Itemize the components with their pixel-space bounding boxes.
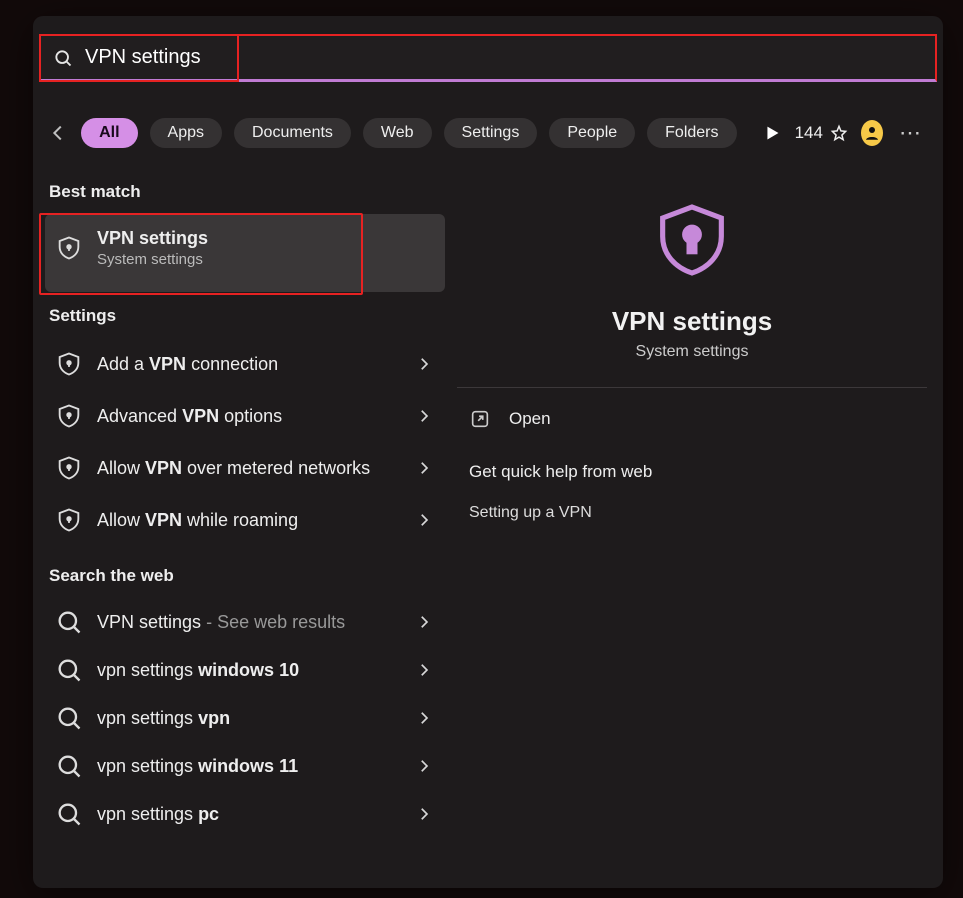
result-label: vpn settings vpn: [97, 708, 401, 729]
result-allow-vpn-roaming[interactable]: Allow VPN while roaming: [45, 494, 445, 546]
shield-lock-icon: [55, 350, 83, 378]
tab-web[interactable]: Web: [363, 118, 432, 148]
start-search-panel: All Apps Documents Web Settings People F…: [33, 16, 943, 888]
preview-subtitle: System settings: [636, 343, 749, 361]
preview-title: VPN settings: [612, 306, 772, 337]
open-icon: [469, 408, 491, 430]
chevron-right-icon: [415, 355, 433, 373]
result-web-vpn[interactable]: vpn settings vpn: [45, 694, 445, 742]
result-web-windows11[interactable]: vpn settings windows 11: [45, 742, 445, 790]
result-label: Allow VPN while roaming: [97, 510, 401, 531]
preview-pane: VPN settings System settings Open Get qu…: [457, 174, 927, 532]
chevron-right-icon: [415, 613, 433, 631]
chevron-right-icon: [415, 757, 433, 775]
shield-lock-icon: [648, 196, 736, 284]
separator: [457, 387, 927, 388]
result-label: Allow VPN over metered networks: [97, 458, 401, 479]
rewards-points[interactable]: 144: [795, 123, 849, 143]
search-icon: [55, 704, 83, 732]
result-label: vpn settings windows 11: [97, 756, 401, 777]
section-best-match: Best match: [45, 174, 445, 214]
tab-folders[interactable]: Folders: [647, 118, 736, 148]
action-open[interactable]: Open: [457, 392, 927, 446]
action-label: Open: [509, 409, 551, 429]
user-avatar[interactable]: [861, 120, 883, 146]
result-web-windows10[interactable]: vpn settings windows 10: [45, 646, 445, 694]
chevron-right-icon: [415, 805, 433, 823]
tab-people[interactable]: People: [549, 118, 635, 148]
result-advanced-vpn-options[interactable]: Advanced VPN options: [45, 390, 445, 442]
result-label: vpn settings windows 10: [97, 660, 401, 681]
section-search-web: Search the web: [45, 558, 445, 598]
back-button[interactable]: [47, 120, 69, 146]
filter-tabs: All Apps Documents Web Settings People F…: [47, 118, 927, 148]
result-allow-vpn-metered[interactable]: Allow VPN over metered networks: [45, 442, 445, 494]
tab-all[interactable]: All: [81, 118, 137, 148]
tab-settings[interactable]: Settings: [444, 118, 538, 148]
search-icon: [55, 656, 83, 684]
play-icon[interactable]: [761, 120, 783, 146]
search-icon: [55, 752, 83, 780]
chevron-right-icon: [415, 661, 433, 679]
search-icon: [55, 800, 83, 828]
search-icon: [53, 48, 73, 68]
annotation-box: [39, 213, 363, 295]
result-add-vpn-connection[interactable]: Add a VPN connection: [45, 338, 445, 390]
shield-lock-icon: [55, 454, 83, 482]
tab-apps[interactable]: Apps: [150, 118, 222, 148]
section-settings: Settings: [45, 298, 445, 338]
search-icon: [55, 608, 83, 636]
chevron-right-icon: [415, 709, 433, 727]
more-button[interactable]: ⋯: [895, 120, 927, 146]
help-link-setting-up-vpn[interactable]: Setting up a VPN: [457, 494, 927, 532]
result-label: Add a VPN connection: [97, 354, 401, 375]
result-label: Advanced VPN options: [97, 406, 401, 427]
points-value: 144: [795, 123, 823, 143]
chevron-right-icon: [415, 511, 433, 529]
chevron-right-icon: [415, 459, 433, 477]
result-label: VPN settings - See web results: [97, 612, 401, 633]
help-heading: Get quick help from web: [457, 446, 927, 494]
chevron-right-icon: [415, 407, 433, 425]
search-bar[interactable]: [39, 34, 937, 82]
search-input[interactable]: [85, 46, 923, 69]
result-web-pc[interactable]: vpn settings pc: [45, 790, 445, 838]
result-web-vpn-settings[interactable]: VPN settings - See web results: [45, 598, 445, 646]
tab-documents[interactable]: Documents: [234, 118, 351, 148]
shield-lock-icon: [55, 402, 83, 430]
result-label: vpn settings pc: [97, 804, 401, 825]
shield-lock-icon: [55, 506, 83, 534]
